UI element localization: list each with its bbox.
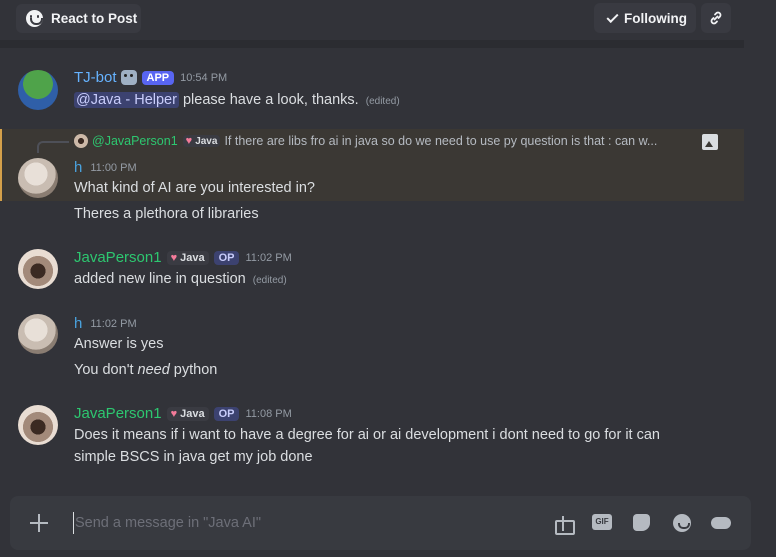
link-icon bbox=[710, 11, 722, 25]
post-toolbar: React to Post Following bbox=[0, 0, 776, 40]
message-text-prefix: You don't bbox=[74, 362, 138, 378]
timestamp: 11:02 PM bbox=[245, 251, 292, 264]
role-badge-label: Java bbox=[195, 135, 218, 147]
reply-avatar bbox=[74, 134, 88, 148]
message-header: TJ-bot APP 10:54 PM bbox=[74, 69, 227, 86]
message-text: simple BSCS in java get my job done bbox=[74, 449, 313, 465]
avatar[interactable] bbox=[18, 70, 58, 110]
gif-icon[interactable]: GIF bbox=[592, 514, 612, 532]
message-header: h 11:02 PM bbox=[74, 315, 137, 332]
op-badge: OP bbox=[213, 406, 240, 421]
role-badge-label: Java bbox=[180, 407, 205, 420]
message-content: added new line in question (edited) bbox=[74, 271, 287, 287]
message-input[interactable] bbox=[73, 512, 513, 534]
check-icon bbox=[606, 10, 619, 23]
message-header: JavaPerson1 ♥ Java OP 11:08 PM bbox=[74, 405, 292, 422]
message-text: please have a look, thanks. bbox=[182, 92, 359, 108]
plus-icon[interactable] bbox=[29, 513, 49, 533]
edited-marker: (edited) bbox=[365, 96, 400, 107]
avatar[interactable] bbox=[18, 314, 58, 354]
message-text: Does it means if i want to have a degree… bbox=[74, 427, 660, 443]
message-header: JavaPerson1 ♥ Java OP 11:02 PM bbox=[74, 249, 292, 266]
author-name[interactable]: h bbox=[74, 159, 82, 176]
heart-icon: ♥ bbox=[170, 407, 178, 420]
smile-icon bbox=[26, 10, 43, 27]
message-content: You don't need python bbox=[74, 362, 217, 378]
emoji-icon[interactable] bbox=[672, 514, 692, 532]
role-mention[interactable]: @Java - Helper bbox=[74, 92, 179, 108]
role-badge: ♥ Java bbox=[182, 135, 221, 147]
message-text-suffix: python bbox=[169, 362, 218, 378]
author-name[interactable]: JavaPerson1 bbox=[74, 405, 162, 422]
react-to-post-button[interactable]: React to Post bbox=[16, 4, 141, 33]
avatar[interactable] bbox=[18, 405, 58, 445]
heart-icon: ♥ bbox=[185, 135, 193, 147]
author-name[interactable]: TJ-bot bbox=[74, 69, 117, 86]
message-composer: GIF bbox=[10, 496, 751, 550]
author-name[interactable]: JavaPerson1 bbox=[74, 249, 162, 266]
reply-preview[interactable]: @JavaPerson1 ♥ Java If there are libs fr… bbox=[74, 134, 694, 148]
timestamp: 11:00 PM bbox=[90, 161, 137, 174]
message-header: h 11:00 PM bbox=[74, 159, 137, 176]
reply-text: If there are libs fro ai in java so do w… bbox=[224, 134, 658, 148]
message-text: Answer is yes bbox=[74, 336, 164, 352]
heart-icon: ♥ bbox=[170, 251, 178, 264]
following-label: Following bbox=[624, 10, 687, 26]
robot-icon bbox=[120, 70, 137, 85]
op-badge: OP bbox=[213, 250, 240, 265]
sticker-icon[interactable] bbox=[632, 514, 652, 532]
avatar[interactable] bbox=[18, 249, 58, 289]
role-badge: ♥ Java bbox=[166, 250, 209, 265]
timestamp: 11:08 PM bbox=[245, 407, 292, 420]
role-badge: ♥ Java bbox=[166, 406, 209, 421]
image-icon bbox=[702, 134, 718, 150]
reply-author[interactable]: @JavaPerson1 bbox=[92, 134, 178, 148]
role-badge-label: Java bbox=[180, 251, 205, 264]
copy-link-button[interactable] bbox=[701, 3, 731, 33]
reply-spine bbox=[37, 141, 69, 153]
message-text-emphasis: need bbox=[137, 362, 170, 378]
gift-icon[interactable] bbox=[553, 514, 575, 535]
react-to-post-label: React to Post bbox=[51, 11, 138, 26]
following-button[interactable]: Following bbox=[594, 3, 696, 33]
author-name[interactable]: h bbox=[74, 315, 82, 332]
timestamp: 10:54 PM bbox=[180, 71, 228, 84]
message-content: @Java - Helper please have a look, thank… bbox=[74, 92, 400, 108]
app-badge: APP bbox=[141, 70, 175, 85]
avatar[interactable] bbox=[18, 158, 58, 198]
message-text: Theres a plethora of libraries bbox=[74, 206, 259, 222]
edited-marker: (edited) bbox=[252, 275, 287, 286]
message-text: What kind of AI are you interested in? bbox=[74, 180, 315, 196]
message-text: added new line in question bbox=[74, 271, 246, 287]
timestamp: 11:02 PM bbox=[90, 317, 137, 330]
top-divider bbox=[0, 40, 744, 48]
gamepad-icon[interactable] bbox=[711, 514, 731, 532]
